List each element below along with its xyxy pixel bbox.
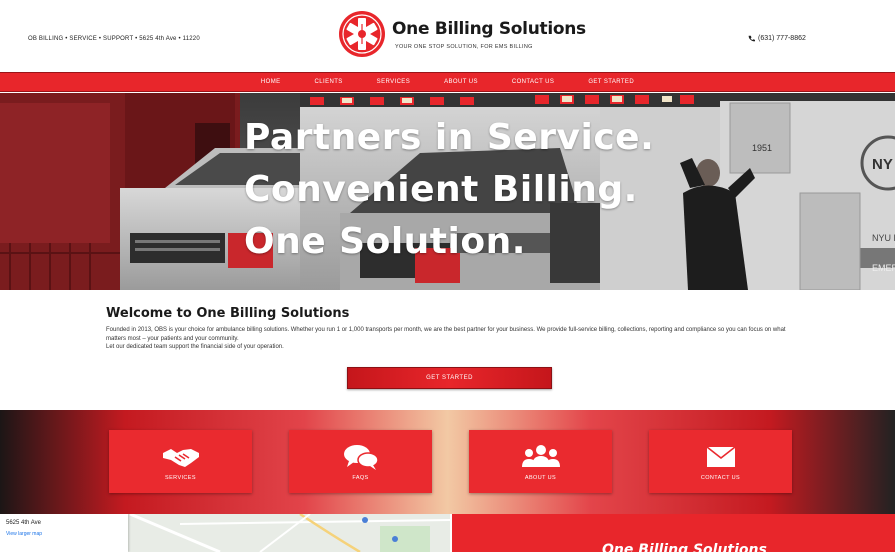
phone-icon bbox=[748, 35, 755, 42]
handshake-icon bbox=[162, 448, 199, 467]
nav-services[interactable]: SERVICES bbox=[360, 79, 427, 85]
nav-clients[interactable]: CLIENTS bbox=[298, 79, 360, 85]
bottom-section: 5625 4th Ave View larger map One Billing… bbox=[0, 514, 895, 552]
svg-text:1951: 1951 bbox=[752, 143, 772, 153]
about-us-card[interactable]: ABOUT US bbox=[469, 430, 612, 493]
about-us-card-label: ABOUT US bbox=[524, 474, 557, 481]
phone-link[interactable]: (631) 777-8862 bbox=[748, 35, 806, 42]
contact-us-card[interactable]: CONTACT US bbox=[649, 430, 792, 493]
get-started-button[interactable]: GET STARTED bbox=[347, 367, 552, 389]
svg-text:NYU L: NYU L bbox=[872, 233, 895, 243]
map-address: 5625 4th Ave bbox=[6, 520, 41, 526]
main-nav: HOME CLIENTS SERVICES ABOUT US CONTACT U… bbox=[0, 72, 895, 92]
services-card-label: SERVICES bbox=[165, 474, 196, 481]
brand-name: One Billing Solutions bbox=[392, 18, 586, 39]
site-header: OB BILLING • SERVICE • SUPPORT • 5625 4t… bbox=[0, 0, 895, 72]
hero-headline-1: Partners in Service. bbox=[244, 117, 655, 158]
map-info-card: 5625 4th Ave View larger map bbox=[0, 514, 128, 552]
nav-contact-us[interactable]: CONTACT US bbox=[495, 79, 571, 85]
hero-banner: 1951 NY NYU L EMERGEN Partners in Servic… bbox=[0, 93, 895, 290]
nav-about-us[interactable]: ABOUT US bbox=[427, 79, 495, 85]
welcome-paragraph-2: Let our dedicated team support the finan… bbox=[106, 344, 284, 350]
nav-home[interactable]: HOME bbox=[244, 79, 298, 85]
welcome-title: Welcome to One Billing Solutions bbox=[106, 306, 350, 321]
contact-address: OB BILLING • SERVICE • SUPPORT • 5625 4t… bbox=[28, 36, 200, 42]
contact-us-card-label: CONTACT US bbox=[700, 474, 741, 481]
phone-number: (631) 777-8862 bbox=[758, 35, 806, 42]
team-icon bbox=[521, 444, 560, 467]
welcome-body: Founded in 2013, OBS is your choice for … bbox=[106, 326, 796, 352]
feature-band: SERVICES FAQS ABOUT US CONTACT US bbox=[0, 410, 895, 514]
embedded-map[interactable]: 5625 4th Ave View larger map bbox=[0, 514, 450, 552]
envelope-icon bbox=[706, 445, 735, 467]
nav-get-started[interactable]: GET STARTED bbox=[571, 79, 651, 85]
hero-headline-2: Convenient Billing. bbox=[244, 169, 638, 210]
brand-logo[interactable]: One Billing Solutions YOUR ONE STOP SOLU… bbox=[337, 8, 586, 60]
faqs-card-label: FAQS bbox=[352, 474, 369, 481]
svg-text:NY: NY bbox=[872, 156, 893, 173]
brand-text: One Billing Solutions YOUR ONE STOP SOLU… bbox=[392, 19, 586, 50]
view-larger-map-link[interactable]: View larger map bbox=[6, 531, 42, 537]
hero-headline-3: One Solution. bbox=[244, 221, 526, 262]
chat-bubbles-icon bbox=[343, 444, 379, 470]
footer-brand-panel: One Billing Solutions bbox=[452, 514, 895, 552]
brand-tagline: YOUR ONE STOP SOLUTION, FOR EMS BILLING bbox=[395, 43, 533, 50]
footer-brand-title: One Billing Solutions bbox=[602, 542, 767, 552]
faqs-card[interactable]: FAQS bbox=[289, 430, 432, 493]
page: OB BILLING • SERVICE • SUPPORT • 5625 4t… bbox=[0, 0, 895, 552]
star-of-life-logo-icon bbox=[339, 11, 385, 57]
welcome-section: Welcome to One Billing Solutions Founded… bbox=[0, 290, 895, 410]
services-card[interactable]: SERVICES bbox=[109, 430, 252, 493]
welcome-paragraph: Founded in 2013, OBS is your choice for … bbox=[106, 327, 786, 342]
svg-text:EMERGEN: EMERGEN bbox=[872, 263, 895, 273]
